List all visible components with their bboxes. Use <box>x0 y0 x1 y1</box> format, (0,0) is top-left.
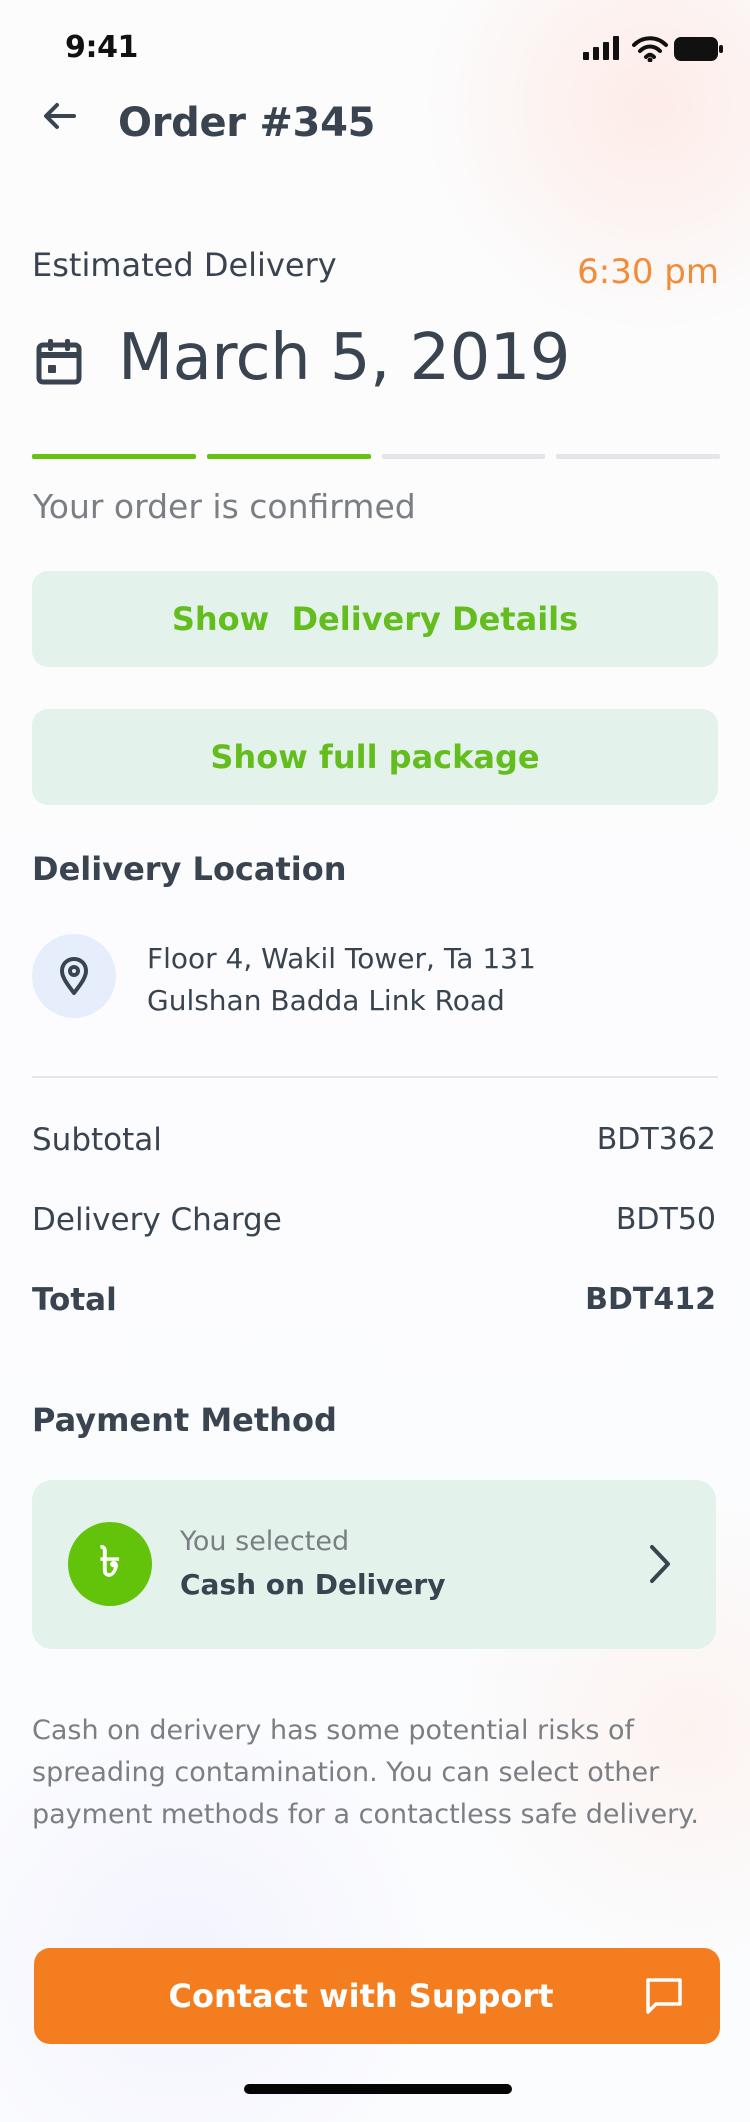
signal-icon <box>583 36 619 60</box>
total-value: BDT412 <box>585 1282 716 1317</box>
status-bar: 9:41 <box>0 0 750 96</box>
location-pin-icon <box>60 957 88 995</box>
progress-step <box>556 454 720 459</box>
payment-method-card[interactable]: ৳ You selected Cash on Delivery <box>32 1480 716 1649</box>
subtotal-row: Subtotal BDT362 <box>32 1122 718 1166</box>
chat-icon <box>646 1978 682 2014</box>
status-icons <box>583 36 723 66</box>
subtotal-value: BDT362 <box>596 1122 716 1157</box>
calendar-icon <box>36 339 82 385</box>
home-indicator[interactable] <box>244 2084 512 2094</box>
delivery-address: Floor 4, Wakil Tower, Ta 131 Gulshan Bad… <box>147 942 536 1017</box>
page-title: Order #345 <box>118 100 376 146</box>
estimated-delivery-time: 6:30 pm <box>577 252 719 292</box>
location-icon-container <box>32 934 116 1018</box>
delivery-charge-row: Delivery Charge BDT50 <box>32 1202 718 1246</box>
header: Order #345 <box>0 92 750 162</box>
total-row: Total BDT412 <box>32 1282 718 1326</box>
arrow-left-icon <box>44 103 76 129</box>
progress-step <box>206 454 371 459</box>
delivery-location-row: Floor 4, Wakil Tower, Ta 131 Gulshan Bad… <box>32 934 718 1024</box>
progress-step <box>381 454 546 459</box>
contact-support-label: Contact with Support <box>168 1977 554 2015</box>
taka-icon: ৳ <box>68 1522 152 1606</box>
delivery-charge-value: BDT50 <box>615 1202 716 1237</box>
payment-caption: You selected <box>180 1526 350 1557</box>
progress-step <box>32 454 196 459</box>
contact-support-button[interactable]: Contact with Support <box>34 1948 720 2044</box>
chevron-right-icon <box>650 1545 670 1583</box>
delivery-date: March 5, 2019 <box>118 321 571 395</box>
summary-divider <box>32 1076 718 1078</box>
battery-icon <box>674 37 723 61</box>
show-delivery-details-button[interactable]: Show Delivery Details <box>32 571 718 667</box>
back-button[interactable] <box>36 92 84 140</box>
subtotal-label: Subtotal <box>32 1122 162 1158</box>
delivery-date-row: March 5, 2019 <box>34 321 684 397</box>
delivery-location-title: Delivery Location <box>32 850 347 888</box>
payment-warning: Cash on derivery has some potential risk… <box>32 1715 699 1830</box>
order-progress <box>32 454 720 459</box>
selected-payment-method: Cash on Delivery <box>180 1568 446 1601</box>
delivery-charge-label: Delivery Charge <box>32 1202 282 1238</box>
total-label: Total <box>32 1282 117 1318</box>
payment-method-title: Payment Method <box>32 1401 337 1439</box>
show-full-package-button[interactable]: Show full package <box>32 709 718 805</box>
status-time: 9:41 <box>65 30 139 65</box>
wifi-icon <box>632 36 668 62</box>
order-status: Your order is confirmed <box>33 487 416 526</box>
